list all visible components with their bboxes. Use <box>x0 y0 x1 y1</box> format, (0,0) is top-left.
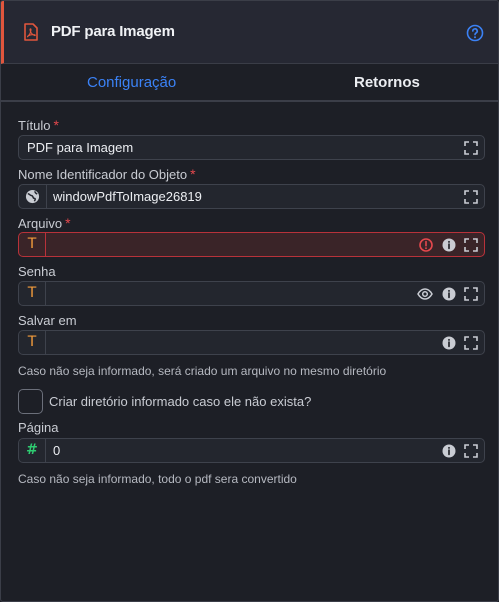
type-number-selector[interactable]: # <box>19 439 46 462</box>
tab-divider <box>1 100 498 102</box>
expand-icon[interactable] <box>464 190 478 204</box>
expand-icon[interactable] <box>464 238 478 252</box>
senha-input[interactable]: T <box>18 281 485 306</box>
tab-bar: Configuração Retornos <box>1 65 498 101</box>
panel-title: PDF para Imagem <box>51 23 175 40</box>
type-text-selector[interactable]: T <box>19 331 46 354</box>
titulo-label: Título * <box>18 117 59 133</box>
globe-icon <box>25 189 40 204</box>
properties-panel: PDF para Imagem Configuração Retornos Tí… <box>0 0 499 602</box>
required-marker: * <box>65 215 71 231</box>
eye-icon[interactable] <box>417 287 433 301</box>
nome-value: windowPdfToImage26819 <box>53 189 202 204</box>
info-icon[interactable] <box>442 238 456 252</box>
tab-configuracao[interactable]: Configuração <box>87 74 176 91</box>
pagina-label: Página <box>18 420 59 435</box>
required-marker: * <box>190 166 196 182</box>
pdf-file-icon <box>24 23 38 41</box>
expand-icon[interactable] <box>464 141 478 155</box>
type-text-selector[interactable]: T <box>19 233 46 256</box>
criar-diretorio-checkbox[interactable] <box>18 389 43 414</box>
info-icon[interactable] <box>442 287 456 301</box>
help-icon[interactable] <box>466 24 484 42</box>
field-separator <box>46 185 47 208</box>
tab-retornos[interactable]: Retornos <box>354 74 420 91</box>
arquivo-input[interactable]: T <box>18 232 485 257</box>
titulo-value: PDF para Imagem <box>27 140 134 155</box>
nome-input[interactable]: windowPdfToImage26819 <box>18 184 485 209</box>
info-icon[interactable] <box>442 444 456 458</box>
error-icon <box>419 238 433 252</box>
pagina-value: 0 <box>53 443 61 458</box>
salvar-hint: Caso não seja informado, será criado um … <box>18 364 387 378</box>
required-marker: * <box>53 117 59 133</box>
info-icon[interactable] <box>442 336 456 350</box>
type-text-selector[interactable]: T <box>19 282 46 305</box>
panel-header: PDF para Imagem <box>1 1 498 64</box>
expand-icon[interactable] <box>464 336 478 350</box>
salvar-input[interactable]: T <box>18 330 485 355</box>
senha-label: Senha <box>18 264 56 279</box>
arquivo-label: Arquivo * <box>18 215 71 231</box>
expand-icon[interactable] <box>464 444 478 458</box>
titulo-input[interactable]: PDF para Imagem <box>18 135 485 160</box>
salvar-label: Salvar em <box>18 313 77 328</box>
pagina-hint: Caso não seja informado, todo o pdf sera… <box>18 472 297 486</box>
pagina-input[interactable]: # 0 <box>18 438 485 463</box>
nome-label: Nome Identificador do Objeto * <box>18 166 196 182</box>
criar-diretorio-label: Criar diretório informado caso ele não e… <box>49 394 312 409</box>
expand-icon[interactable] <box>464 287 478 301</box>
